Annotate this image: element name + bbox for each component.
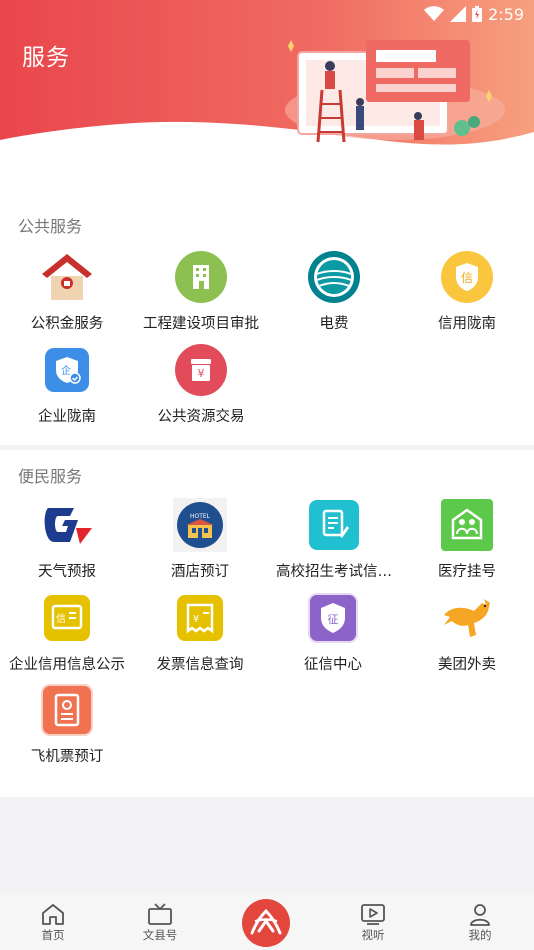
service-label: 公积金服务: [30, 316, 104, 332]
svg-text:企: 企: [61, 364, 71, 377]
svg-text:信: 信: [461, 271, 473, 285]
tab-label: 我的: [468, 928, 492, 942]
service-label: 酒店预订: [171, 564, 229, 580]
svg-text:信: 信: [56, 613, 66, 625]
enterprise-shield-icon: 企: [45, 348, 89, 392]
home-icon: [42, 904, 64, 925]
service-construction-approval[interactable]: 工程建设项目审批: [134, 250, 268, 333]
tab-mine[interactable]: 我的: [445, 893, 515, 950]
service-college-admission-exam[interactable]: 高校招生考试信…: [267, 498, 401, 581]
svg-text:征: 征: [328, 613, 339, 626]
svg-text:¥: ¥: [193, 614, 199, 625]
exam-document-icon: [309, 500, 359, 550]
convenience-services-section: 便民服务 天气预报 HOTEL 酒店预订 高校招生考试信… 医疗挂号 信 企业信…: [0, 450, 534, 797]
weather-logo-icon: [44, 508, 92, 544]
credit-info-icon: 信: [44, 595, 90, 641]
service-flight-booking[interactable]: 飞机票预订: [0, 683, 134, 766]
tv-icon: [148, 903, 172, 925]
service-credit-longnan[interactable]: 信 信用陇南: [400, 250, 534, 333]
status-time: 2:59: [488, 4, 524, 24]
play-icon: [361, 904, 385, 925]
service-housing-fund[interactable]: 公积金服务: [0, 250, 134, 333]
invoice-icon: ¥: [177, 595, 223, 641]
hotel-icon: HOTEL: [173, 498, 227, 552]
medical-icon: [441, 499, 493, 551]
user-icon: [470, 904, 490, 926]
building-icon: [175, 251, 227, 303]
meituan-kangaroo-icon: [444, 599, 490, 637]
battery-icon: [472, 6, 483, 22]
service-label: 飞机票预订: [30, 749, 104, 765]
service-label: 高校招生考试信…: [276, 564, 392, 580]
service-hotel-booking[interactable]: HOTEL 酒店预订: [133, 498, 267, 581]
service-label: 信用陇南: [438, 316, 496, 332]
public-services-section: 公共服务 公积金服务 工程建设项目审批 电费 信 信用陇南 企 企业陇南 ¥ 公…: [0, 150, 534, 445]
header-banner: 2:59 服务: [0, 0, 534, 150]
service-public-resource-trading[interactable]: ¥ 公共资源交易: [134, 343, 268, 426]
service-label: 医疗挂号: [438, 564, 496, 580]
tab-label: 视听: [361, 928, 385, 942]
flight-ticket-icon: [41, 684, 93, 736]
signal-icon: [450, 6, 467, 22]
tab-wenxian-account[interactable]: 文县号: [125, 893, 195, 950]
service-label: 企业陇南: [38, 409, 96, 425]
tab-home[interactable]: 首页: [18, 893, 88, 950]
service-enterprise-longnan[interactable]: 企 企业陇南: [0, 343, 134, 426]
service-label: 企业信用信息公示: [9, 657, 125, 673]
tab-audio-video[interactable]: 视听: [338, 893, 408, 950]
yuan-box-icon: ¥: [175, 344, 227, 396]
tab-label: 文县号: [142, 928, 178, 942]
credit-center-icon: 征: [308, 593, 358, 643]
service-meituan-delivery[interactable]: 美团外卖: [400, 591, 534, 674]
service-medical-registration[interactable]: 医疗挂号: [400, 498, 534, 581]
page-title: 服务: [22, 45, 70, 71]
tab-label: 首页: [41, 928, 65, 942]
section-title: 公共服务: [18, 217, 83, 236]
service-label: 美团外卖: [438, 657, 496, 673]
house-icon: [42, 254, 92, 300]
bottom-tab-bar: 首页 文县号 视听 我的: [0, 893, 534, 950]
service-label: 发票信息查询: [156, 657, 244, 673]
service-label: 天气预报: [38, 564, 96, 580]
center-logo-icon[interactable]: [242, 899, 290, 947]
service-electricity[interactable]: 电费: [267, 250, 401, 333]
service-label: 征信中心: [304, 657, 362, 673]
svg-text:¥: ¥: [198, 367, 205, 380]
service-label: 电费: [319, 316, 349, 332]
credit-badge-icon: 信: [441, 251, 493, 303]
section-title: 便民服务: [18, 467, 83, 486]
svg-text:HOTEL: HOTEL: [190, 513, 211, 520]
state-grid-logo-icon: [308, 251, 360, 303]
service-label: 公共资源交易: [157, 409, 245, 425]
service-weather[interactable]: 天气预报: [0, 498, 134, 581]
service-enterprise-credit-info[interactable]: 信 企业信用信息公示: [0, 591, 134, 674]
status-bar: 2:59: [424, 3, 524, 25]
service-label: 工程建设项目审批: [143, 316, 259, 332]
service-credit-center[interactable]: 征 征信中心: [266, 591, 400, 674]
service-invoice-query[interactable]: ¥ 发票信息查询: [133, 591, 267, 674]
wifi-icon: [424, 6, 445, 21]
